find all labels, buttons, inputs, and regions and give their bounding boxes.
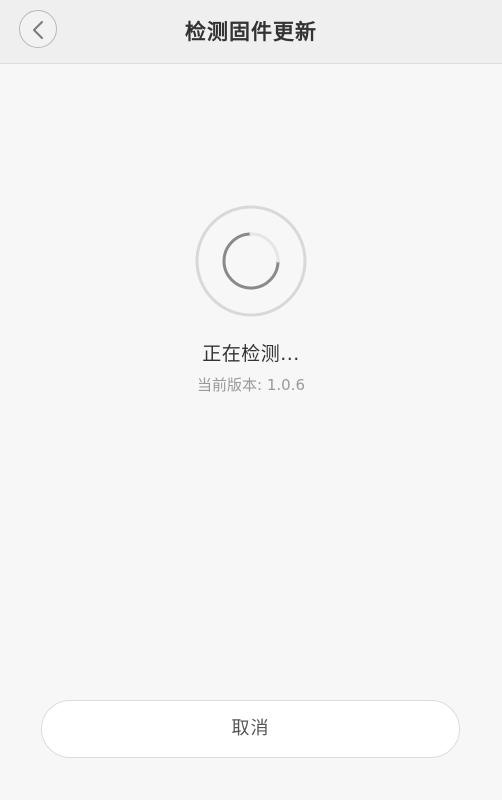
top-bar: 检测固件更新 (0, 0, 502, 64)
detecting-status-text: 正在检测... (202, 343, 300, 365)
current-version-text: 当前版本: 1.0.6 (197, 376, 305, 394)
cancel-button[interactable]: 取消 (41, 700, 460, 758)
page-title: 检测固件更新 (185, 20, 317, 44)
loading-spinner-icon (195, 205, 307, 317)
